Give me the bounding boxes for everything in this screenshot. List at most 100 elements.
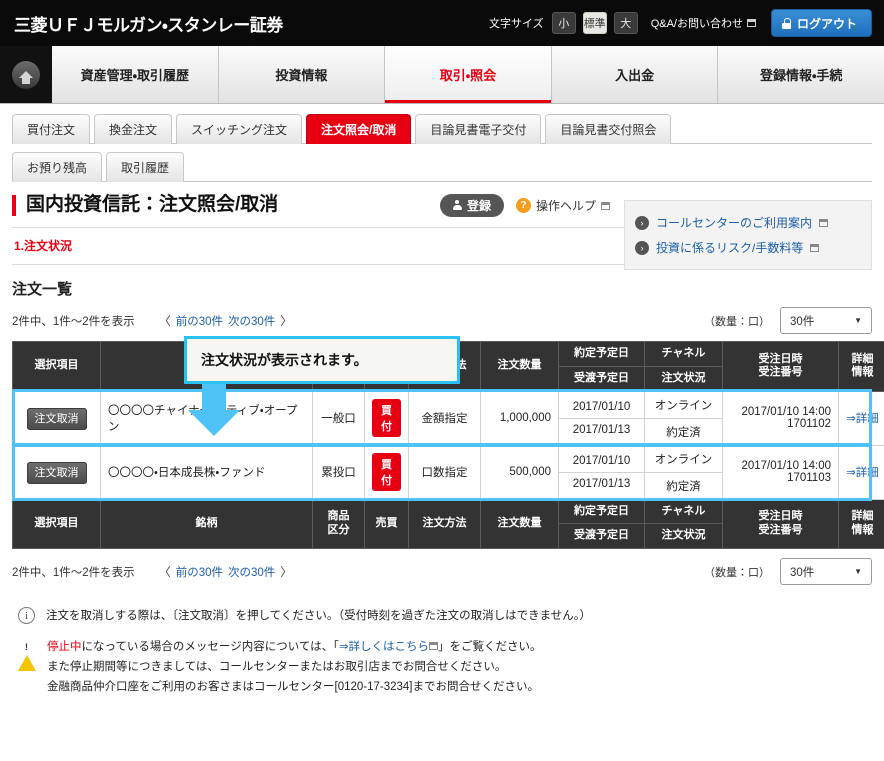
th-settlement-date: 受渡予定日 <box>558 365 645 392</box>
qa-contact-label: Q&A/お問い合わせ <box>650 18 743 30</box>
warning-detail-link[interactable]: ⇒詳しくはこちら <box>339 641 429 653</box>
warning-line1-post: 」をご覧ください。 <box>438 641 542 654</box>
th-order-datetime-number: 受注日時 受注番号 <box>722 341 839 392</box>
link-investment-risk-fees[interactable]: › 投資に係るリスク/手数料等 <box>635 235 861 260</box>
cell-channel: オンライン <box>645 392 722 419</box>
header-utility-group: 文字サイズ 小 標準 大 Q&A/お問い合わせ ログアウト <box>489 9 872 37</box>
cell-cancel-action: 注文取消 <box>12 444 101 500</box>
quantity-unit-label: （数量：口） <box>704 566 770 579</box>
cell-contract-date: 2017/01/10 <box>559 450 644 473</box>
pager-nav-top: 〈 前の30件 次の30件 〉 <box>159 312 293 329</box>
chevron-down-icon: ▼ <box>854 316 862 325</box>
home-icon <box>12 60 40 89</box>
font-size-large-button[interactable]: 大 <box>613 12 638 34</box>
warning-line3: 金融商品仲介口座をご利用のお客さまはコールセンター[0120-17-3234]ま… <box>47 681 540 694</box>
pager-next-link[interactable]: 次の30件 <box>228 564 275 580</box>
brand-logo: 三菱ＵＦＪモルガン・スタンレー証券 <box>14 15 283 35</box>
cell-dates: 2017/01/10 2017/01/13 <box>558 390 645 446</box>
cell-product-type: 累投口 <box>312 444 365 500</box>
new-window-icon <box>429 642 439 651</box>
new-window-icon <box>601 201 610 210</box>
cell-channel: オンライン <box>645 446 722 473</box>
cell-order-status: 約定済 <box>666 480 701 493</box>
tab-switching-order[interactable]: スイッチング注文 <box>176 114 303 144</box>
tf-order-datetime-number: 受注日時 受注番号 <box>722 498 839 549</box>
cell-order-quantity: 500,000 <box>480 444 559 500</box>
tab-deposit-balance[interactable]: お預り残高 <box>12 152 103 182</box>
font-size-label: 文字サイズ <box>489 18 544 30</box>
pager-next-arrow-icon: 〉 <box>280 314 293 328</box>
tab-prospectus-delivery-inquiry[interactable]: 目論見書交付照会 <box>545 114 672 144</box>
font-size-medium-button[interactable]: 標準 <box>582 12 607 34</box>
callout-tooltip: 注文状況が表示されます。 <box>184 336 460 384</box>
order-table-footer-row: 選択項目 銘柄 商品 区分 売買 注文方法 注文数量 約定予定日 チャネル 受注… <box>12 498 884 549</box>
logout-button[interactable]: ログアウト <box>770 9 872 37</box>
nav-item-deposit-withdraw[interactable]: 入出金 <box>552 46 719 103</box>
warning-line2: また停止期間等につきましては、コールセンターまたはお取引店までお問合せください。 <box>47 661 507 674</box>
tf-fund-name: 銘柄 <box>100 498 313 549</box>
cell-order-status: 約定済 <box>666 426 701 439</box>
detail-link[interactable]: ⇒詳細 <box>846 413 879 425</box>
page-size-value: 30件 <box>790 566 815 579</box>
qa-contact-link[interactable]: Q&A/お問い合わせ <box>651 15 756 31</box>
tab-section: 買付注文 換金注文 スイッチング注文 注文照会/取消 目論見書電子交付 目論見書… <box>0 104 884 182</box>
tf-product-type: 商品 区分 <box>312 498 365 549</box>
register-button[interactable]: 登録 <box>439 194 504 217</box>
tf-order-quantity: 注文数量 <box>480 498 559 549</box>
lock-icon <box>781 17 791 29</box>
th-contract-date: 約定予定日 <box>558 341 645 367</box>
pager-prev-link[interactable]: 前の30件 <box>176 564 223 580</box>
pager-count-text: 2件中、1件〜2件を表示 <box>12 315 135 328</box>
font-size-small-button[interactable]: 小 <box>551 12 576 34</box>
pager-prev-arrow-icon: 〈 <box>158 565 171 579</box>
link-call-center-guide-label: コールセンターのご利用案内 <box>656 216 813 230</box>
note-suspension-warning: 停止中になっている場合のメッセージ内容については、「⇒詳しくはこちら」をご覧くだ… <box>18 637 872 697</box>
th-detail-info: 詳細 情報 <box>838 341 884 392</box>
cell-detail: ⇒詳細 <box>838 444 884 500</box>
tab-transaction-history[interactable]: 取引履歴 <box>106 152 185 182</box>
warning-status-keyword: 停止中 <box>47 641 82 654</box>
logout-label: ログアウト <box>796 16 857 31</box>
pager-next-arrow-icon: 〉 <box>280 565 293 579</box>
cell-settlement-date: 2017/01/13 <box>572 423 631 436</box>
cell-fund-name: 〇〇〇〇・日本成長株・ファンド <box>100 444 313 500</box>
pager-right-group: （数量：口） 30件 ▼ <box>704 558 872 585</box>
new-window-icon <box>810 243 820 252</box>
operation-help-label: 操作ヘルプ <box>535 199 596 213</box>
nav-home-button[interactable] <box>0 46 52 103</box>
tab-order-inquiry-cancel[interactable]: 注文照会/取消 <box>306 114 412 144</box>
link-investment-risk-fees-label: 投資に係るリスク/手数料等 <box>656 241 804 255</box>
cancel-order-button[interactable]: 注文取消 <box>26 462 87 484</box>
link-call-center-guide[interactable]: › コールセンターのご利用案内 <box>635 210 861 235</box>
chevron-down-icon: ▼ <box>854 567 862 576</box>
nav-item-trade-inquiry[interactable]: 取引・照会 <box>385 46 552 103</box>
operation-help-link[interactable]: ? 操作ヘルプ <box>515 197 610 214</box>
cell-order-method: 金額指定 <box>408 390 481 446</box>
cell-dates: 2017/01/10 2017/01/13 <box>558 444 645 500</box>
tab-buy-order[interactable]: 買付注文 <box>12 114 91 144</box>
cell-contract-date: 2017/01/10 <box>559 396 644 419</box>
note-cancel-instruction-text: 注文を取消しする際は、〔注文取消〕を押してください。（受付時刻を過ぎた注文の取消… <box>46 610 591 622</box>
step-label-order-status: 1.注文状況 <box>14 239 73 253</box>
notes-section: i 注文を取消しする際は、〔注文取消〕を押してください。（受付時刻を過ぎた注文の… <box>0 592 884 698</box>
th-select: 選択項目 <box>12 341 101 392</box>
cell-settlement-date: 2017/01/13 <box>572 477 631 490</box>
question-icon: ? <box>515 198 531 213</box>
trade-type-badge: 買付 <box>372 399 401 437</box>
info-icon: i <box>18 607 35 624</box>
th-order-status: 注文状況 <box>644 365 723 392</box>
tab-redemption-order[interactable]: 換金注文 <box>94 114 173 144</box>
warning-icon <box>18 638 36 672</box>
pager-prev-link[interactable]: 前の30件 <box>176 313 223 329</box>
nav-item-investment-info[interactable]: 投資情報 <box>219 46 386 103</box>
tf-select: 選択項目 <box>12 498 101 549</box>
detail-link[interactable]: ⇒詳細 <box>846 467 879 479</box>
cell-order-datetime-number: 2017/01/10 14:00 1701103 <box>722 444 839 500</box>
page-size-select[interactable]: 30件 ▼ <box>780 558 872 585</box>
nav-item-asset-management[interactable]: 資産管理・取引履歴 <box>52 46 219 103</box>
nav-item-registration-procedures[interactable]: 登録情報・手続 <box>718 46 884 103</box>
pager-next-link[interactable]: 次の30件 <box>228 313 275 329</box>
cancel-order-button[interactable]: 注文取消 <box>26 408 87 430</box>
page-size-select[interactable]: 30件 ▼ <box>780 307 872 334</box>
tab-prospectus-electronic-delivery[interactable]: 目論見書電子交付 <box>415 114 542 144</box>
